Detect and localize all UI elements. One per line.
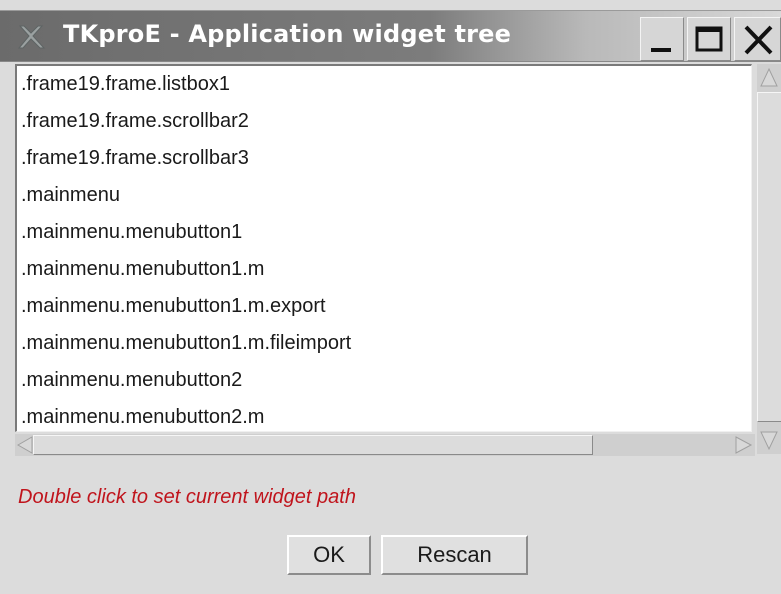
list-item[interactable]: .mainmenu.menubutton1.m.export	[21, 288, 326, 325]
scroll-up-arrow-icon[interactable]	[759, 66, 779, 90]
rescan-button[interactable]: Rescan	[381, 535, 528, 575]
vertical-scrollbar[interactable]	[757, 64, 781, 454]
widget-tree-window: TKproE - Application widget tree .frame1…	[0, 0, 781, 594]
status-hint: Double click to set current widget path	[18, 486, 356, 508]
window-title: TKproE - Application widget tree	[63, 20, 512, 48]
minimize-button[interactable]	[640, 17, 684, 61]
list-item[interactable]: .frame19.frame.scrollbar3	[21, 140, 249, 177]
maximize-button[interactable]	[687, 17, 731, 61]
vertical-scroll-thumb[interactable]	[757, 92, 781, 422]
horizontal-scrollbar[interactable]	[15, 434, 755, 456]
scroll-right-arrow-icon[interactable]	[733, 435, 753, 455]
list-item[interactable]: .mainmenu.menubutton1	[21, 214, 242, 251]
list-item[interactable]: .frame19.frame.scrollbar2	[21, 103, 249, 140]
horizontal-scroll-thumb[interactable]	[33, 435, 593, 455]
scroll-left-arrow-icon[interactable]	[16, 435, 34, 455]
list-item[interactable]: .mainmenu	[21, 177, 120, 214]
list-item[interactable]: .mainmenu.menubutton1.m	[21, 251, 264, 288]
list-item[interactable]: .mainmenu.menubutton2.m	[21, 399, 264, 431]
list-item[interactable]: .frame19.frame.listbox1	[21, 66, 230, 103]
list-item[interactable]: .mainmenu.menubutton2	[21, 362, 242, 399]
maximize-icon	[695, 26, 723, 52]
ok-button[interactable]: OK	[287, 535, 371, 575]
title-bar[interactable]: TKproE - Application widget tree	[0, 10, 781, 62]
list-item[interactable]: .mainmenu.menubutton1.m.fileimport	[21, 325, 351, 362]
app-x-icon	[16, 23, 46, 51]
scroll-down-arrow-icon[interactable]	[759, 428, 779, 452]
minimize-icon	[651, 48, 671, 52]
close-button[interactable]	[734, 17, 781, 61]
close-icon	[744, 25, 773, 55]
widget-listbox[interactable]: .frame19.frame.listbox1 .frame19.frame.s…	[15, 64, 752, 432]
